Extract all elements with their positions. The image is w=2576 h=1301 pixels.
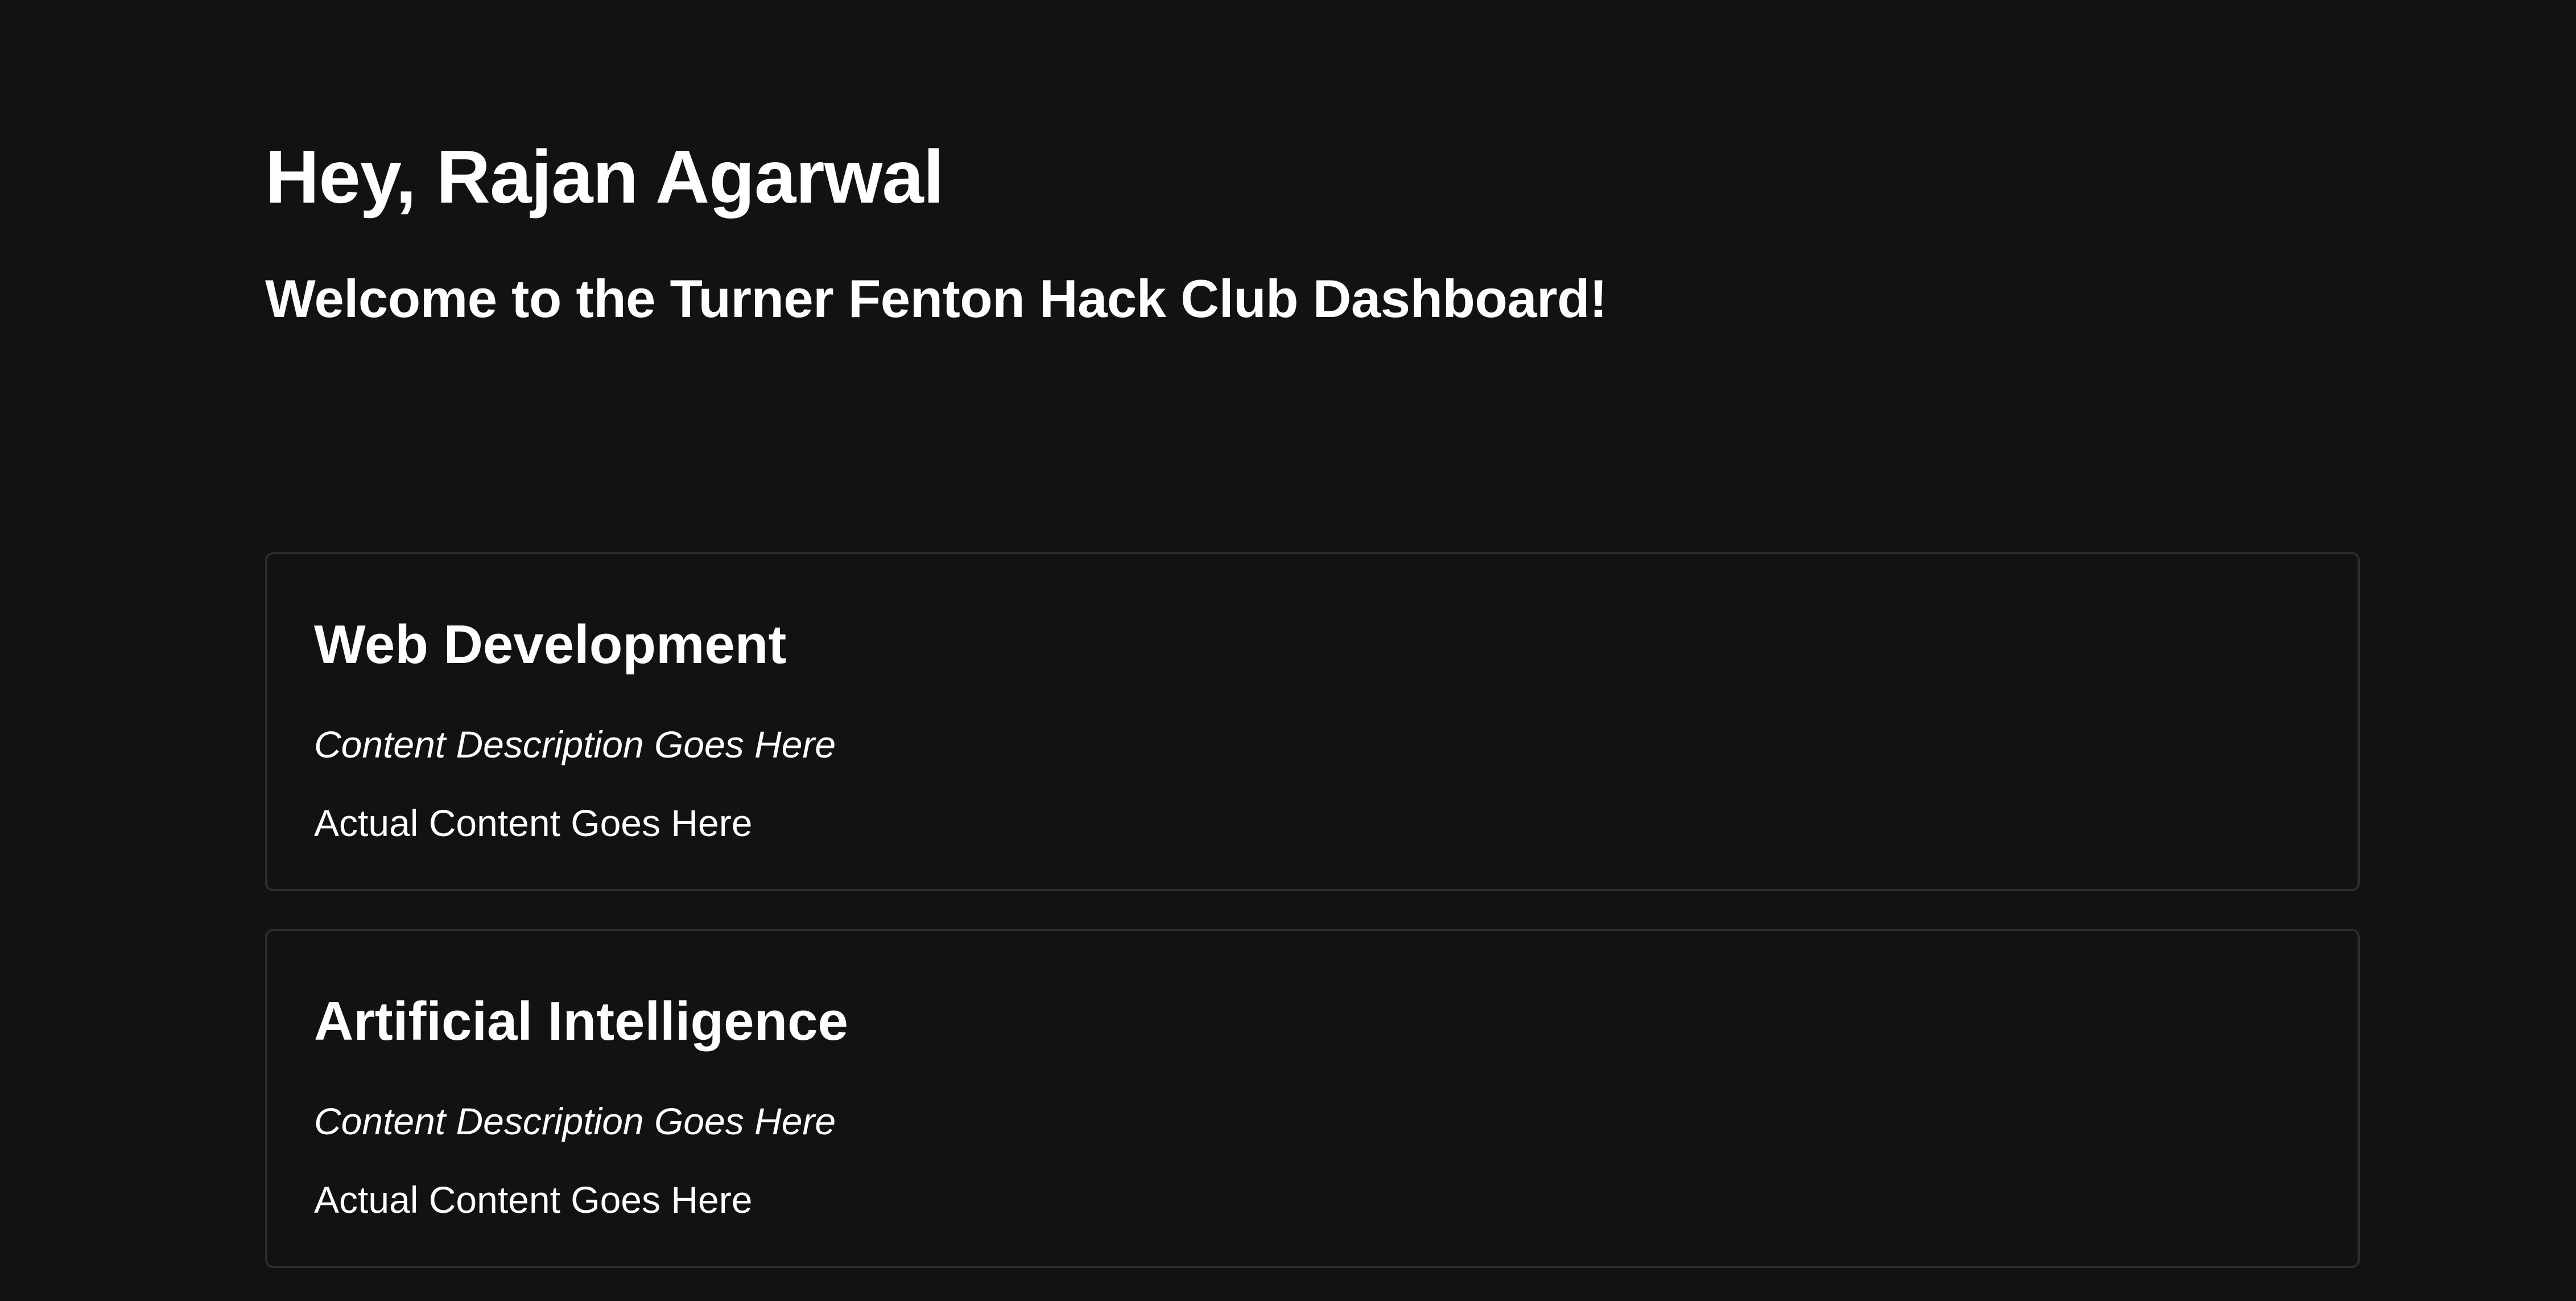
card-content: Actual Content Goes Here xyxy=(314,1179,753,1221)
card-artificial-intelligence: Artificial Intelligence Content Descript… xyxy=(265,929,2360,1268)
card-description: Content Description Goes Here xyxy=(314,723,836,765)
card-title: Artificial Intelligence xyxy=(314,991,848,1052)
welcome-heading: Welcome to the Turner Fenton Hack Club D… xyxy=(265,269,1607,328)
card-title: Web Development xyxy=(314,614,787,675)
card-content: Actual Content Goes Here xyxy=(314,802,753,844)
card-web-development: Web Development Content Description Goes… xyxy=(265,552,2360,891)
card-description: Content Description Goes Here xyxy=(314,1100,836,1142)
greeting-heading: Hey, Rajan Agarwal xyxy=(265,135,944,219)
